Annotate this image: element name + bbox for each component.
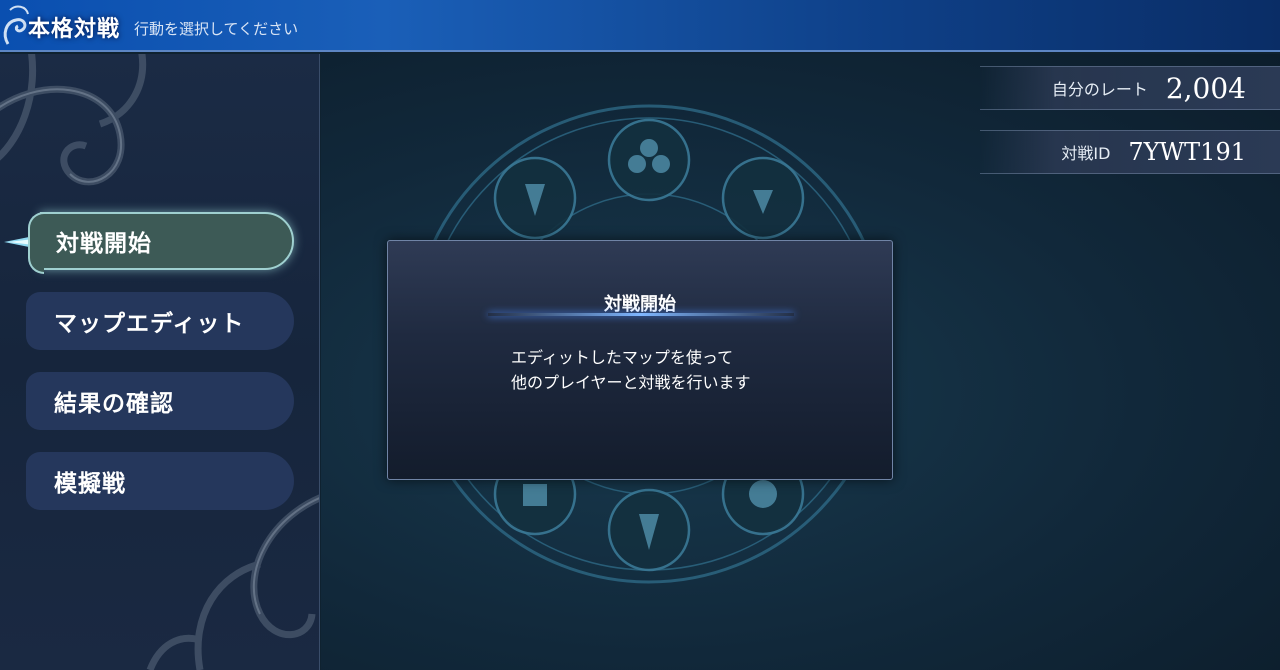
menu-item-map-edit[interactable]: マップエディット	[26, 292, 294, 350]
swirl-ornament-icon	[0, 54, 319, 670]
rate-panel: 自分のレート 2,004	[980, 66, 1280, 110]
dialog-body: エディットしたマップを使って 他のプレイヤーと対戦を行います	[511, 345, 851, 395]
battle-id-value: 7YWT191	[1128, 138, 1246, 166]
menu-item-label: マップエディット	[54, 311, 245, 337]
menu-item-label: 結果の確認	[54, 391, 174, 417]
rate-value: 2,004	[1165, 71, 1246, 105]
page-subtitle: 行動を選択してください	[134, 20, 299, 38]
menu-item-battle-start[interactable]: 対戦開始	[28, 212, 294, 274]
header-bar: 本格対戦 行動を選択してください	[0, 0, 1280, 52]
dialog-line: 他のプレイヤーと対戦を行います	[511, 373, 751, 392]
battle-id-label: 対戦ID	[1061, 144, 1111, 163]
dialog-line: エディットしたマップを使って	[511, 348, 734, 367]
battle-id-panel: 対戦ID 7YWT191	[980, 130, 1280, 174]
title-underline	[488, 313, 794, 316]
rate-label: 自分のレート	[1051, 80, 1148, 99]
menu-item-label: 対戦開始	[56, 231, 152, 257]
menu-item-label: 模擬戦	[54, 471, 126, 497]
description-dialog: 対戦開始 エディットしたマップを使って 他のプレイヤーと対戦を行います	[387, 240, 893, 480]
page-title: 本格対戦	[28, 17, 121, 42]
menu-item-mock-battle[interactable]: 模擬戦	[26, 452, 294, 510]
sidebar: 対戦開始 マップエディット 結果の確認 模擬戦	[0, 54, 320, 670]
menu-item-results[interactable]: 結果の確認	[26, 372, 294, 430]
